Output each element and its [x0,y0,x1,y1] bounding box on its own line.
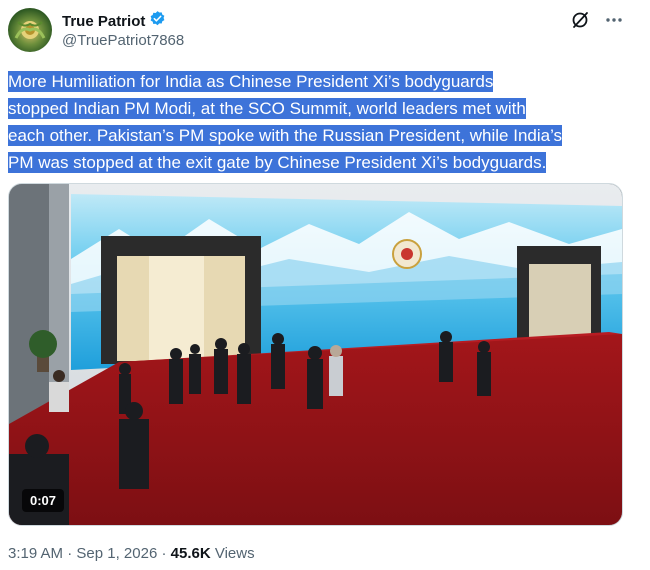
avatar[interactable] [8,8,52,52]
video-frame [9,184,622,525]
more-dots-icon[interactable] [604,10,624,30]
emblem-icon [14,21,46,39]
video-player[interactable] [8,183,623,526]
meta-separator: · [63,545,77,562]
tweet-date[interactable]: Sep 1, 2026 [76,545,157,562]
tweet-text[interactable]: More Humiliation for India as Chinese Pr… [8,68,633,176]
video-duration-badge: 0:07 [22,489,65,512]
tweet-meta: 3:19 AM · Sep 1, 2026 · 45.6K Views [8,545,255,562]
views-label: Views [214,545,255,562]
tweet-line: stopped Indian PM Modi, at the SCO Summi… [8,98,526,119]
tweet-line: each other. Pakistan’s PM spoke with the… [8,125,563,146]
author-display-name[interactable]: True Patriot [62,13,145,30]
views-count: 45.6K [170,545,211,562]
verified-badge-icon [149,10,166,32]
tweet-time[interactable]: 3:19 AM [8,545,63,562]
grok-slash-icon[interactable] [570,10,590,30]
meta-separator: · [157,545,171,562]
tweet-line: More Humiliation for India as Chinese Pr… [8,71,494,92]
tweet-line: PM was stopped at the exit gate by Chine… [8,152,547,173]
author-handle[interactable]: @TruePatriot7868 [62,32,184,49]
